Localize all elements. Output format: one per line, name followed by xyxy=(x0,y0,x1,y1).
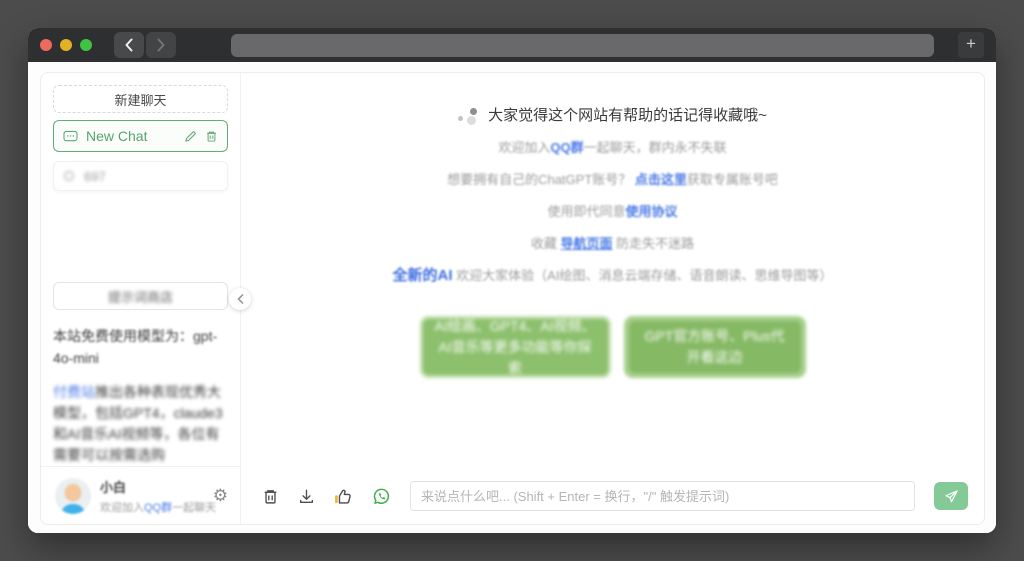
click-here-link[interactable]: 点击这里 xyxy=(635,172,687,187)
profile-subtitle: 欢迎加入QQ群一起聊天 xyxy=(100,501,217,514)
paper-plane-icon xyxy=(944,489,958,502)
welcome-text: 大家觉得这个网站有帮助的话记得收藏哦~ xyxy=(488,107,767,124)
close-window-button[interactable] xyxy=(40,39,52,51)
contact-button[interactable] xyxy=(372,487,391,506)
thumbs-up-icon xyxy=(335,489,351,504)
welcome-block: 大家觉得这个网站有帮助的话记得收藏哦~ 欢迎加入QQ群一起聊天，群内永不失联 想… xyxy=(241,73,984,378)
forward-button[interactable] xyxy=(146,32,176,58)
message-input[interactable] xyxy=(410,481,915,511)
promo-card-features[interactable]: AI绘画、GPT4、AI视频、AI音乐等更多功能等你探索 xyxy=(419,316,611,378)
avatar[interactable] xyxy=(55,477,91,514)
sidebar-collapse-handle[interactable] xyxy=(229,288,251,310)
clear-chat-button[interactable] xyxy=(262,488,279,505)
page-background: 新建聊天 New Chat 697 提示词商店 本站免费使用模型为：gpt-4o… xyxy=(28,62,996,533)
welcome-line-6: 全新的AI 欢迎大家体验（AI绘图、消息云端存储、语音朗读、思维导图等） xyxy=(392,267,833,284)
new-ai-link[interactable]: 全新的AI xyxy=(393,267,453,284)
paid-site-link[interactable]: 付费站 xyxy=(53,384,95,400)
profile-name: 小白 xyxy=(100,479,127,495)
dots-logo-icon xyxy=(458,107,479,125)
paid-site-notice: 付费站推出各种表现优秀大模型，包括GPT4，claude3和AI音乐AI视频等，… xyxy=(53,382,228,466)
browser-window: + 新建聊天 New Chat 697 提示词商店 本站免费使用模型为：gpt-… xyxy=(28,28,996,533)
browser-titlebar: + xyxy=(28,28,996,62)
welcome-line-1: 大家觉得这个网站有帮助的话记得收藏哦~ xyxy=(458,106,767,126)
free-model-notice: 本站免费使用模型为：gpt-4o-mini xyxy=(53,328,218,366)
chevron-left-icon xyxy=(236,294,243,304)
welcome-line-2: 欢迎加入QQ群一起聊天，群内永不失联 xyxy=(498,140,727,155)
sidebar: 新建聊天 New Chat 697 提示词商店 本站免费使用模型为：gpt-4o… xyxy=(41,73,251,524)
chat-list-item[interactable]: 697 xyxy=(53,161,228,191)
welcome-line-4: 使用即代同意使用协议 xyxy=(547,204,678,219)
chevron-left-icon xyxy=(125,38,133,52)
whatsapp-icon xyxy=(373,488,390,504)
avatar-illustration xyxy=(55,477,91,514)
promo-card-label: AI绘画、GPT4、AI视频、AI音乐等更多功能等你探索 xyxy=(434,317,596,376)
download-icon xyxy=(299,489,314,503)
promo-card-gpt-account[interactable]: GPT官方账号、Plus代开看这边 xyxy=(623,316,806,378)
prompt-shop-label: 提示词商店 xyxy=(107,289,173,305)
back-button[interactable] xyxy=(114,32,144,58)
welcome-line-5: 收藏 导航页面 防走失不迷路 xyxy=(530,236,695,251)
like-button[interactable] xyxy=(334,488,353,505)
promo-row: AI绘画、GPT4、AI视频、AI音乐等更多功能等你探索 GPT官方账号、Plu… xyxy=(419,316,806,378)
profile-bar: 小白 欢迎加入QQ群一起聊天 ⚙ xyxy=(41,466,240,524)
chat-history-icon xyxy=(64,170,74,181)
export-chat-button[interactable] xyxy=(298,488,315,505)
terms-link[interactable]: 使用协议 xyxy=(626,204,678,219)
promo-card-label: GPT官方账号、Plus代开看这边 xyxy=(628,321,801,373)
new-chat-button[interactable]: 新建聊天 xyxy=(53,85,228,113)
chat-title: New Chat xyxy=(86,128,148,144)
minimize-window-button[interactable] xyxy=(60,39,72,51)
url-bar[interactable] xyxy=(231,33,934,57)
prompt-shop-button[interactable]: 提示词商店 xyxy=(53,282,228,310)
chat-list-item-active[interactable]: New Chat xyxy=(53,120,228,152)
composer-bar xyxy=(241,468,984,524)
trash-icon xyxy=(264,489,277,504)
chat-title: 697 xyxy=(84,168,106,184)
delete-icon[interactable] xyxy=(205,130,218,143)
chevron-right-icon xyxy=(157,38,165,52)
send-button[interactable] xyxy=(934,482,968,510)
maximize-window-button[interactable] xyxy=(80,39,92,51)
chat-main: 大家觉得这个网站有帮助的话记得收藏哦~ 欢迎加入QQ群一起聊天，群内永不失联 想… xyxy=(241,73,984,524)
new-tab-button[interactable]: + xyxy=(958,32,984,58)
chat-app-card: 新建聊天 New Chat 697 提示词商店 本站免费使用模型为：gpt-4o… xyxy=(40,72,985,525)
chat-bubble-icon xyxy=(63,130,78,141)
welcome-line-3: 想要拥有自己的ChatGPT账号？ 点击这里获取专属账号吧 xyxy=(447,172,778,187)
qq-group-link[interactable]: QQ群 xyxy=(550,140,583,155)
edit-icon[interactable] xyxy=(184,130,197,143)
qq-group-link[interactable]: QQ群 xyxy=(144,502,172,514)
nav-page-link[interactable]: 导航页面 xyxy=(560,236,612,251)
